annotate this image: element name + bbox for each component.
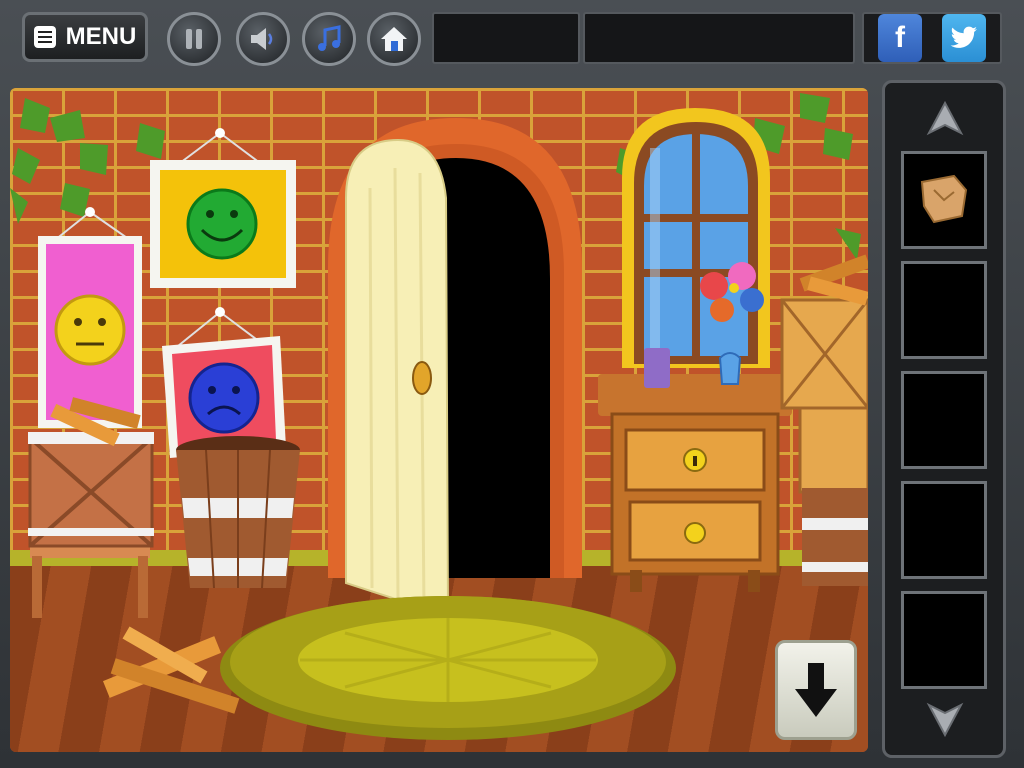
right-crate-stack[interactable]	[780, 298, 868, 586]
arrow-down-icon	[795, 663, 837, 717]
inventory-slot-1[interactable]	[901, 151, 987, 249]
inventory-slot-3[interactable]	[901, 371, 987, 469]
open-door[interactable]	[345, 138, 450, 618]
music-button[interactable]	[302, 12, 356, 66]
menu-label: MENU	[65, 23, 137, 50]
neutral-face-picture[interactable]	[38, 207, 142, 428]
inventory-slot-5[interactable]	[901, 591, 987, 689]
inventory-slot-2[interactable]	[901, 261, 987, 359]
wood-planks-right[interactable]	[799, 254, 868, 306]
status-panel-left	[432, 12, 580, 64]
floor-planks[interactable]	[102, 626, 240, 714]
game-scene	[10, 88, 868, 752]
menu-icon	[33, 26, 56, 48]
twitter-button[interactable]	[942, 14, 986, 62]
home-icon	[381, 27, 407, 51]
wooden-bucket[interactable]	[176, 436, 300, 589]
top-drawer-locked[interactable]	[624, 428, 766, 492]
top-bar: MENU f	[0, 0, 1024, 78]
arched-window[interactable]	[622, 108, 770, 368]
home-button[interactable]	[367, 12, 421, 66]
speaker-icon	[251, 28, 273, 50]
bottom-drawer[interactable]	[628, 500, 762, 562]
facebook-icon: f	[895, 21, 905, 54]
inventory-panel	[882, 80, 1006, 758]
round-rug[interactable]	[220, 596, 676, 740]
happy-face-picture[interactable]	[150, 128, 296, 288]
facebook-button[interactable]: f	[878, 14, 922, 62]
purple-cup[interactable]	[644, 348, 670, 388]
left-wooden-crate[interactable]	[28, 432, 154, 618]
arrow-down-icon[interactable]	[925, 699, 965, 739]
arrow-up-icon[interactable]	[925, 99, 965, 139]
twitter-bird-icon	[950, 26, 977, 48]
pause-icon	[186, 29, 202, 49]
menu-button[interactable]: MENU	[22, 12, 148, 62]
sad-face-picture[interactable]	[162, 307, 286, 458]
map-piece-icon	[920, 174, 968, 224]
scene-art	[10, 93, 868, 740]
pause-button[interactable]	[167, 12, 221, 66]
sound-button[interactable]	[236, 12, 290, 66]
ivy-left	[10, 98, 165, 224]
go-back-down-button[interactable]	[775, 640, 857, 740]
music-note-icon	[318, 25, 341, 51]
status-panel-right	[583, 12, 855, 64]
inventory-slot-4[interactable]	[901, 481, 987, 579]
door-knob[interactable]	[412, 361, 432, 395]
